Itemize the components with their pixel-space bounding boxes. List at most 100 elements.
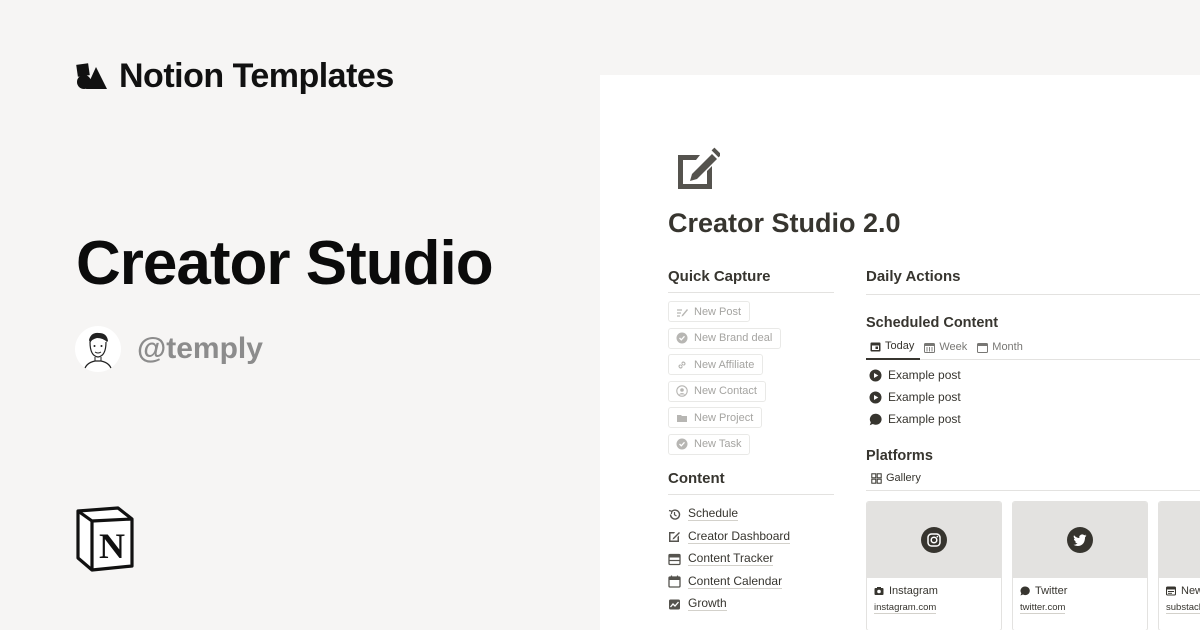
gallery-view-label: Gallery (886, 472, 921, 484)
scheduled-content-heading: Scheduled Content (866, 315, 999, 331)
contact-icon (676, 385, 688, 397)
branding-area: Notion Templates Creator Studio @temply … (0, 0, 600, 630)
twitter-icon (1067, 527, 1093, 553)
play-icon (869, 369, 882, 381)
post-title: Example post (888, 368, 961, 382)
card-url[interactable]: substack (1159, 597, 1200, 614)
card-title: Twitter (1013, 578, 1147, 597)
tab-week-label: Week (939, 341, 968, 353)
platforms-gallery: Instagram instagram.com Twitter twitter.… (866, 501, 1200, 630)
link-content-tracker-label: Content Tracker (688, 551, 774, 567)
folder-icon (677, 414, 687, 422)
instagram-icon (921, 527, 947, 553)
calendar-month-icon (977, 342, 989, 353)
quick-capture-list: New Post New Brand deal New Affiliate Ne… (668, 301, 834, 460)
link-creator-dashboard-label: Creator Dashboard (688, 528, 791, 544)
platforms-heading: Platforms (866, 448, 933, 464)
play-icon (869, 391, 882, 403)
table-icon (668, 553, 681, 565)
calendar-week-icon (924, 342, 936, 353)
link-content-calendar[interactable]: Content Calendar (668, 571, 834, 594)
card-name: Twitter (1035, 585, 1068, 597)
svg-text:N: N (99, 526, 125, 566)
daily-actions-heading: Daily Actions (866, 268, 1200, 295)
quick-capture-heading: Quick Capture (668, 268, 834, 293)
new-contact-button[interactable]: New Contact (668, 380, 766, 402)
author: @temply (75, 326, 263, 372)
check-circle-icon (676, 438, 688, 450)
link-growth[interactable]: Growth (668, 593, 834, 616)
tab-week[interactable]: Week (920, 341, 973, 359)
tab-month-label: Month (992, 341, 1023, 353)
history-icon (668, 509, 681, 520)
new-affiliate-label: New Affiliate (694, 358, 755, 371)
shapes-logo-icon (76, 63, 107, 89)
chat-bubble-icon (869, 413, 882, 425)
post-title: Example post (888, 390, 961, 404)
card-name: News (1181, 585, 1200, 597)
card-cover (1159, 502, 1200, 578)
card-cover (867, 502, 1001, 578)
right-column: Daily Actions Scheduled Content Today We… (866, 268, 1200, 630)
notion-logo-icon: N (76, 506, 134, 572)
card-title: Instagram (867, 578, 1001, 597)
new-post-button[interactable]: New Post (668, 301, 751, 322)
new-post-label: New Post (694, 305, 742, 318)
calendar-icon (668, 575, 681, 588)
schedule-view-tabs: Today Week Month (866, 337, 1200, 360)
link-icon (678, 360, 686, 369)
content-links: Schedule Creator Dashboard Content Track… (668, 503, 834, 616)
platform-card-twitter[interactable]: Twitter twitter.com (1012, 501, 1148, 630)
compose-icon (678, 147, 720, 189)
card-title: News (1159, 578, 1200, 597)
link-content-tracker[interactable]: Content Tracker (668, 548, 834, 571)
edit-icon (669, 532, 680, 543)
avatar (75, 326, 121, 372)
new-affiliate-button[interactable]: New Affiliate (668, 354, 764, 375)
card-url[interactable]: instagram.com (867, 597, 1001, 614)
compose-icon (677, 308, 688, 317)
list-item[interactable]: Example post (866, 408, 1200, 430)
avatar-illustration-icon (83, 332, 113, 372)
newsletter-icon (1166, 586, 1176, 596)
chat-bubble-icon (1020, 586, 1030, 596)
list-item[interactable]: Example post (866, 386, 1200, 408)
new-task-button[interactable]: New Task (668, 433, 751, 455)
author-handle: @temply (137, 332, 263, 365)
verified-icon (676, 332, 688, 344)
card-cover (1013, 502, 1147, 578)
gallery-icon (871, 472, 882, 484)
link-growth-label: Growth (688, 596, 727, 612)
new-brand-deal-label: New Brand deal (694, 332, 773, 344)
platform-card-instagram[interactable]: Instagram instagram.com (866, 501, 1002, 630)
post-title: Example post (888, 412, 961, 426)
tab-today-label: Today (885, 340, 915, 352)
hero-title: Creator Studio (76, 229, 494, 298)
link-schedule[interactable]: Schedule (668, 503, 834, 526)
link-schedule-label: Schedule (688, 506, 739, 522)
card-url[interactable]: twitter.com (1013, 597, 1147, 614)
new-brand-deal-button[interactable]: New Brand deal (668, 327, 782, 349)
content-heading: Content (668, 470, 834, 495)
new-task-label: New Task (694, 438, 742, 450)
brand: Notion Templates (76, 57, 394, 96)
list-item[interactable]: Example post (866, 364, 1200, 386)
calendar-icon (870, 342, 881, 351)
link-content-calendar-label: Content Calendar (688, 573, 783, 589)
scheduled-posts-list: Example post Example post Example post (866, 364, 1200, 430)
platform-card-newsletter[interactable]: News substack (1158, 501, 1200, 630)
page-title: Creator Studio 2.0 (668, 208, 901, 238)
brand-name: Notion Templates (119, 57, 394, 95)
card-name: Instagram (889, 585, 938, 597)
new-contact-label: New Contact (694, 385, 757, 397)
gallery-view-tab[interactable]: Gallery (866, 464, 1200, 491)
new-project-button[interactable]: New Project (668, 407, 763, 428)
chart-icon (669, 599, 680, 610)
notion-page-preview: Creator Studio 2.0 Quick Capture New Pos… (600, 75, 1200, 630)
left-column: Quick Capture New Post New Brand deal Ne… (668, 268, 834, 616)
link-creator-dashboard[interactable]: Creator Dashboard (668, 526, 834, 549)
tab-today[interactable]: Today (866, 340, 921, 360)
camera-icon (874, 587, 884, 595)
tab-month[interactable]: Month (973, 341, 1029, 359)
new-project-label: New Project (694, 411, 754, 424)
